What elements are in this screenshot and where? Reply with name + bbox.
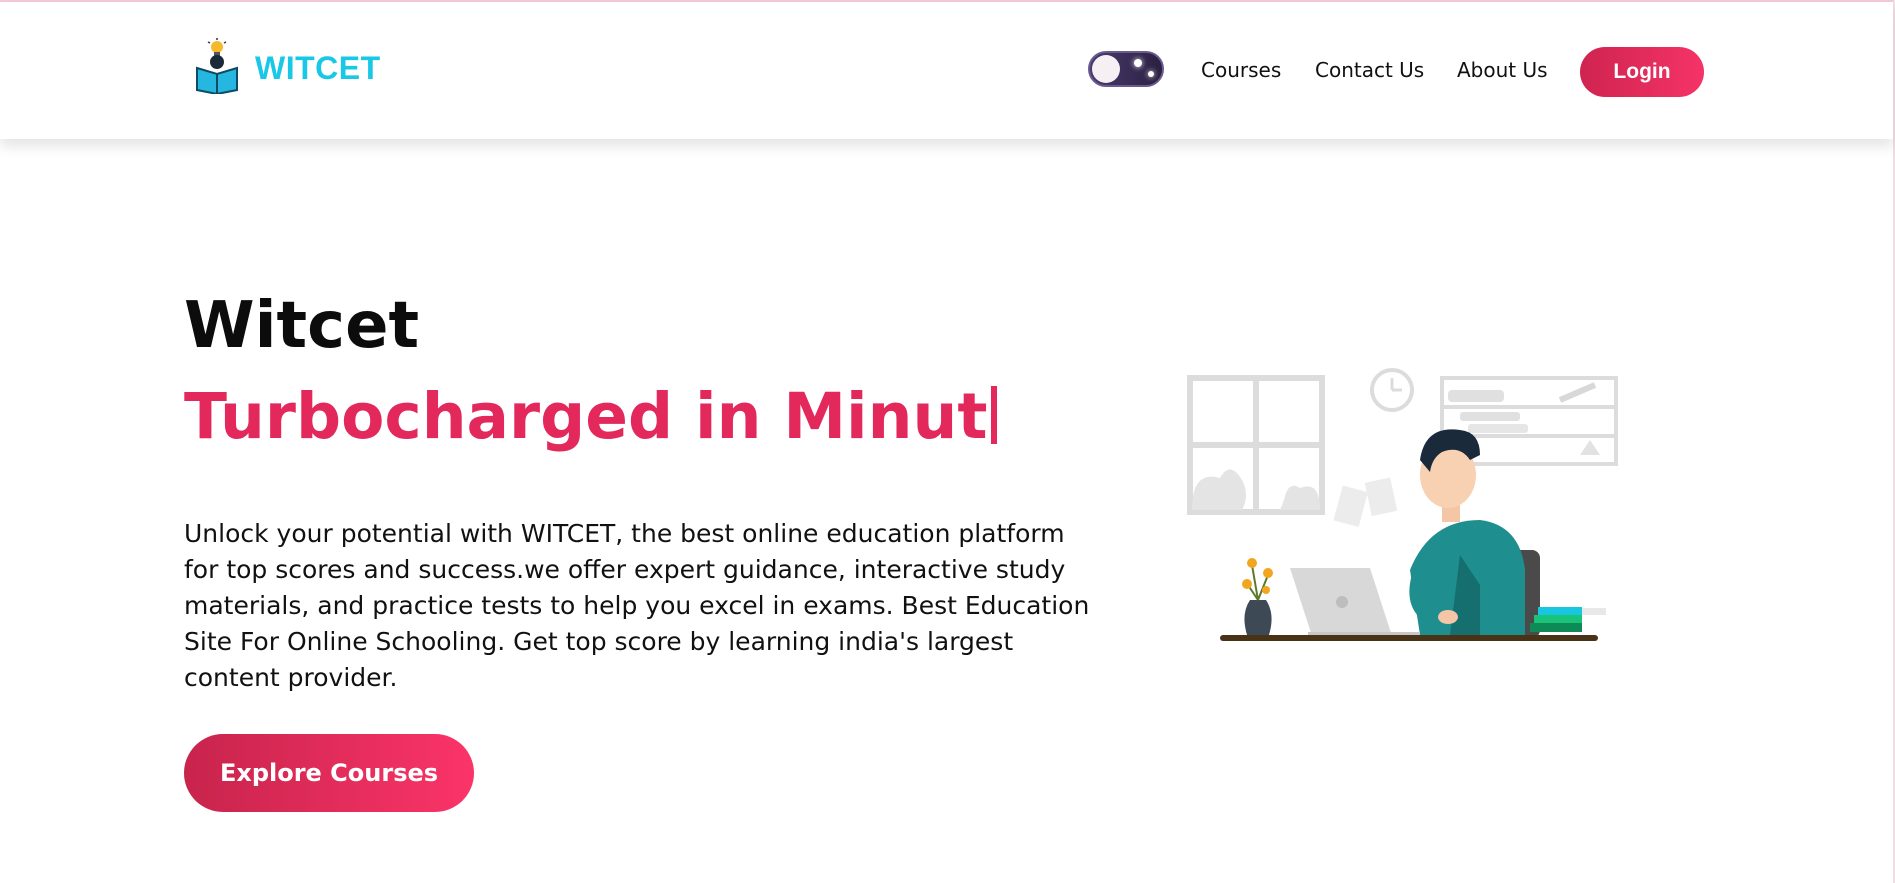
explore-courses-button[interactable]: Explore Courses xyxy=(184,734,474,812)
nav-courses-link[interactable]: Courses xyxy=(1201,58,1281,82)
nav-contact-link[interactable]: Contact Us xyxy=(1315,58,1424,82)
brand-name: WITCET xyxy=(255,49,381,86)
student-laptop-illustration xyxy=(1180,360,1620,650)
typing-caret xyxy=(991,386,998,444)
theme-toggle[interactable] xyxy=(1088,51,1164,87)
hero-description: Unlock your potential with WITCET, the b… xyxy=(184,519,1090,692)
moon-knob-icon xyxy=(1092,55,1120,83)
site-header: WITCET Courses Contact Us About Us Login xyxy=(0,2,1893,139)
star-icon xyxy=(1148,71,1154,77)
logo[interactable]: WITCET xyxy=(193,38,381,98)
hero-subtitle-wrapper: Turbocharged in Minut xyxy=(184,377,998,457)
book-reader-logo-icon xyxy=(193,38,241,98)
login-button[interactable]: Login xyxy=(1580,47,1704,97)
hero-subtitle: Turbocharged in Minut xyxy=(184,380,988,453)
star-icon xyxy=(1134,59,1142,67)
nav-about-link[interactable]: About Us xyxy=(1457,58,1548,82)
hero-title: Witcet xyxy=(184,289,420,363)
